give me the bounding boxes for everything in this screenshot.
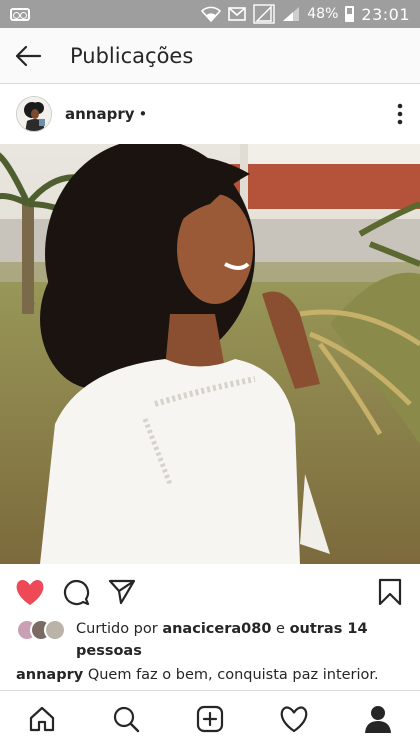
profile-icon bbox=[365, 706, 391, 733]
separator-dot: • bbox=[138, 105, 148, 123]
nav-home[interactable] bbox=[21, 698, 63, 740]
page-title: Publicações bbox=[70, 43, 194, 68]
nav-activity[interactable] bbox=[273, 698, 315, 740]
post-caption: annapry Quem faz o bem, conquista paz in… bbox=[16, 664, 411, 686]
like-button[interactable] bbox=[14, 576, 46, 608]
caption-text: Quem faz o bem, conquista paz interior. bbox=[87, 667, 379, 683]
battery-percent: 48% bbox=[307, 6, 339, 22]
likes-connector: e bbox=[276, 621, 285, 637]
post-username[interactable]: annapry bbox=[65, 105, 135, 123]
avatar[interactable] bbox=[16, 96, 52, 132]
top-bar: Publicações bbox=[0, 28, 420, 84]
signal-icon bbox=[282, 6, 300, 22]
no-signal-icon bbox=[253, 4, 275, 24]
nav-search[interactable] bbox=[105, 698, 147, 740]
liker-username[interactable]: anacicera080 bbox=[162, 621, 271, 637]
save-button[interactable] bbox=[374, 576, 406, 608]
status-bar: 48% 23:01 bbox=[0, 0, 420, 28]
back-button[interactable] bbox=[0, 28, 56, 84]
voicemail-icon bbox=[10, 7, 30, 21]
vertical-dots-icon bbox=[397, 103, 403, 125]
home-icon bbox=[29, 706, 55, 732]
battery-icon bbox=[345, 6, 355, 22]
heart-filled-icon bbox=[16, 579, 44, 605]
search-icon bbox=[113, 706, 140, 733]
clock: 23:01 bbox=[361, 4, 410, 24]
post-actions bbox=[0, 570, 420, 614]
likes-prefix: Curtido por bbox=[76, 621, 158, 637]
bookmark-icon bbox=[378, 578, 402, 606]
wifi-icon bbox=[201, 6, 222, 22]
more-options-button[interactable] bbox=[380, 94, 420, 134]
caption-username[interactable]: annapry bbox=[16, 667, 83, 683]
likes-summary[interactable]: Curtido por anacicera080 e outras 14 pes… bbox=[16, 618, 411, 662]
post-photo[interactable] bbox=[0, 144, 420, 564]
arrow-left-icon bbox=[15, 45, 42, 66]
bottom-navigation bbox=[0, 690, 420, 747]
new-post-icon bbox=[196, 705, 224, 733]
nav-new-post[interactable] bbox=[189, 698, 231, 740]
share-button[interactable] bbox=[106, 576, 138, 608]
comment-button[interactable] bbox=[60, 576, 92, 608]
liker-avatar bbox=[44, 619, 66, 641]
mail-icon bbox=[228, 6, 247, 22]
comment-bubble-icon bbox=[63, 579, 90, 606]
likes-text: Curtido por anacicera080 e outras 14 pes… bbox=[76, 618, 411, 662]
activity-heart-icon bbox=[280, 706, 308, 732]
paper-plane-icon bbox=[108, 579, 136, 605]
post-header: annapry • bbox=[0, 84, 420, 144]
nav-profile[interactable] bbox=[357, 698, 399, 740]
liker-avatars bbox=[16, 619, 66, 662]
